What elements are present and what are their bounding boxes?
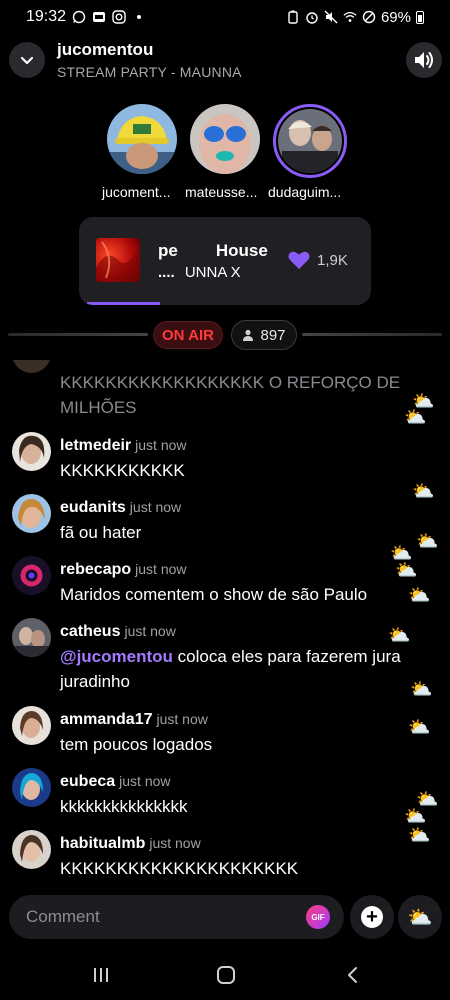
host-1[interactable]: jucoment... — [100, 104, 184, 200]
stream-title: jucomentou — [57, 40, 154, 59]
home-icon — [217, 966, 235, 984]
avatar — [12, 618, 51, 657]
collapse-button[interactable] — [9, 42, 45, 78]
battery-percent: 69% — [380, 8, 411, 26]
avatar — [12, 556, 51, 595]
recent-apps-button[interactable] — [86, 962, 116, 988]
person-icon — [243, 329, 254, 341]
sun-cloud-icon: ⛅ — [416, 531, 439, 551]
album-art — [96, 238, 140, 282]
recent-apps-icon — [94, 968, 108, 982]
status-bar: 19:32 69% — [0, 0, 450, 34]
message-text: kkkkkkkkkkkkkkk — [60, 797, 188, 816]
comment-input[interactable] — [26, 895, 286, 939]
avatar — [12, 830, 51, 869]
avatar — [12, 360, 51, 373]
sun-cloud-icon: ⛅ — [410, 679, 433, 699]
avatar — [12, 494, 51, 533]
message-username[interactable]: eubeca just now — [60, 773, 171, 791]
on-air-badge: ON AIR — [153, 321, 223, 349]
mention[interactable]: @jucomentou — [60, 647, 173, 666]
chevron-down-icon — [20, 56, 34, 65]
message-text: tem poucos logados — [60, 735, 213, 754]
message-username[interactable]: letmedeir just now — [60, 437, 187, 455]
plus-icon: + — [361, 906, 383, 928]
song-artist: .... UNNA X — [158, 264, 241, 281]
message-text: @jucomentou coloca eles para fazerem jur… — [60, 647, 401, 691]
viewer-count[interactable]: 897 — [231, 320, 297, 350]
message-text: KKKKKKKKKKKKKKKKKK O REFORÇO DE MILHÕES — [60, 373, 401, 417]
dnd-icon — [362, 10, 376, 24]
like-count: 1,9K — [317, 252, 348, 269]
heart-icon[interactable] — [287, 248, 311, 272]
stream-subtitle: STREAM PARTY - MAUNNA — [57, 64, 242, 80]
add-button[interactable]: + — [350, 895, 394, 939]
system-nav-bar — [0, 950, 450, 1000]
host-name: dudaguim... — [268, 184, 342, 200]
battery-saver-icon — [286, 10, 300, 24]
back-button[interactable] — [338, 962, 368, 988]
alarm-icon — [305, 10, 319, 24]
chat-feed[interactable]: KKKKKKKKKKKKKKKKKK O REFORÇO DE MILHÕES … — [0, 360, 450, 885]
home-button[interactable] — [211, 962, 241, 988]
host-avatars: jucoment... mateusse... dudaguim... — [0, 104, 450, 204]
comment-bar: GIF — [9, 895, 344, 939]
sun-cloud-icon: ⛅ — [388, 625, 411, 645]
message-username[interactable]: habitualmb just now — [60, 835, 201, 853]
song-title: pe House — [158, 241, 268, 260]
battery-icon — [416, 10, 424, 24]
whatsapp-icon — [72, 10, 86, 24]
sun-cloud-icon: ⛅ — [395, 560, 418, 580]
host-2[interactable]: mateusse... — [183, 104, 267, 200]
message-username[interactable]: rebecapo just now — [60, 561, 187, 579]
status-time: 19:32 — [26, 8, 67, 25]
wifi-icon — [343, 10, 357, 24]
sun-cloud-icon: ⛅ — [407, 906, 433, 929]
divider-right — [302, 333, 442, 336]
sun-cloud-icon: ⛅ — [404, 806, 427, 826]
avatar — [12, 432, 51, 471]
mute-icon — [324, 10, 338, 24]
avatar — [12, 706, 51, 745]
avatar — [190, 104, 260, 174]
message-username[interactable]: ammanda17 just now — [60, 711, 208, 729]
avatar — [12, 768, 51, 807]
instagram-icon — [112, 10, 126, 24]
progress-fill — [87, 302, 160, 305]
gif-button[interactable]: GIF — [306, 905, 330, 929]
sim-icon — [92, 10, 106, 24]
back-arrow-icon — [348, 967, 357, 983]
reaction-button[interactable]: ⛅ — [398, 895, 442, 939]
avatar-speaking — [273, 104, 347, 178]
message-text: KKKKKKKKKKKKKKKKKKKKK — [60, 859, 299, 878]
message-text: Maridos comentem o show de são Paulo — [60, 585, 368, 604]
sun-cloud-icon: ⛅ — [412, 481, 435, 501]
now-playing-card[interactable]: pe House .... UNNA X 1,9K — [79, 217, 371, 305]
sun-cloud-icon: ⛅ — [404, 407, 427, 427]
message-username[interactable]: catheus just now — [60, 623, 176, 641]
host-name: mateusse... — [185, 184, 258, 200]
dot-icon — [132, 10, 146, 24]
sun-cloud-icon: ⛅ — [408, 825, 431, 845]
speaker-icon — [415, 52, 433, 68]
host-3[interactable]: dudaguim... — [268, 104, 352, 200]
stream-header: jucomentou STREAM PARTY - MAUNNA — [0, 38, 450, 88]
message-text: fã ou hater — [60, 523, 142, 542]
sound-button[interactable] — [406, 42, 442, 78]
sun-cloud-icon: ⛅ — [408, 717, 431, 737]
divider-left — [8, 333, 148, 336]
progress-track — [79, 302, 371, 305]
message-username[interactable]: eudanits just now — [60, 499, 181, 517]
message-text: KKKKKKKKKKK — [60, 461, 185, 480]
host-name: jucoment... — [102, 184, 171, 200]
sun-cloud-icon: ⛅ — [408, 585, 431, 605]
avatar — [107, 104, 177, 174]
